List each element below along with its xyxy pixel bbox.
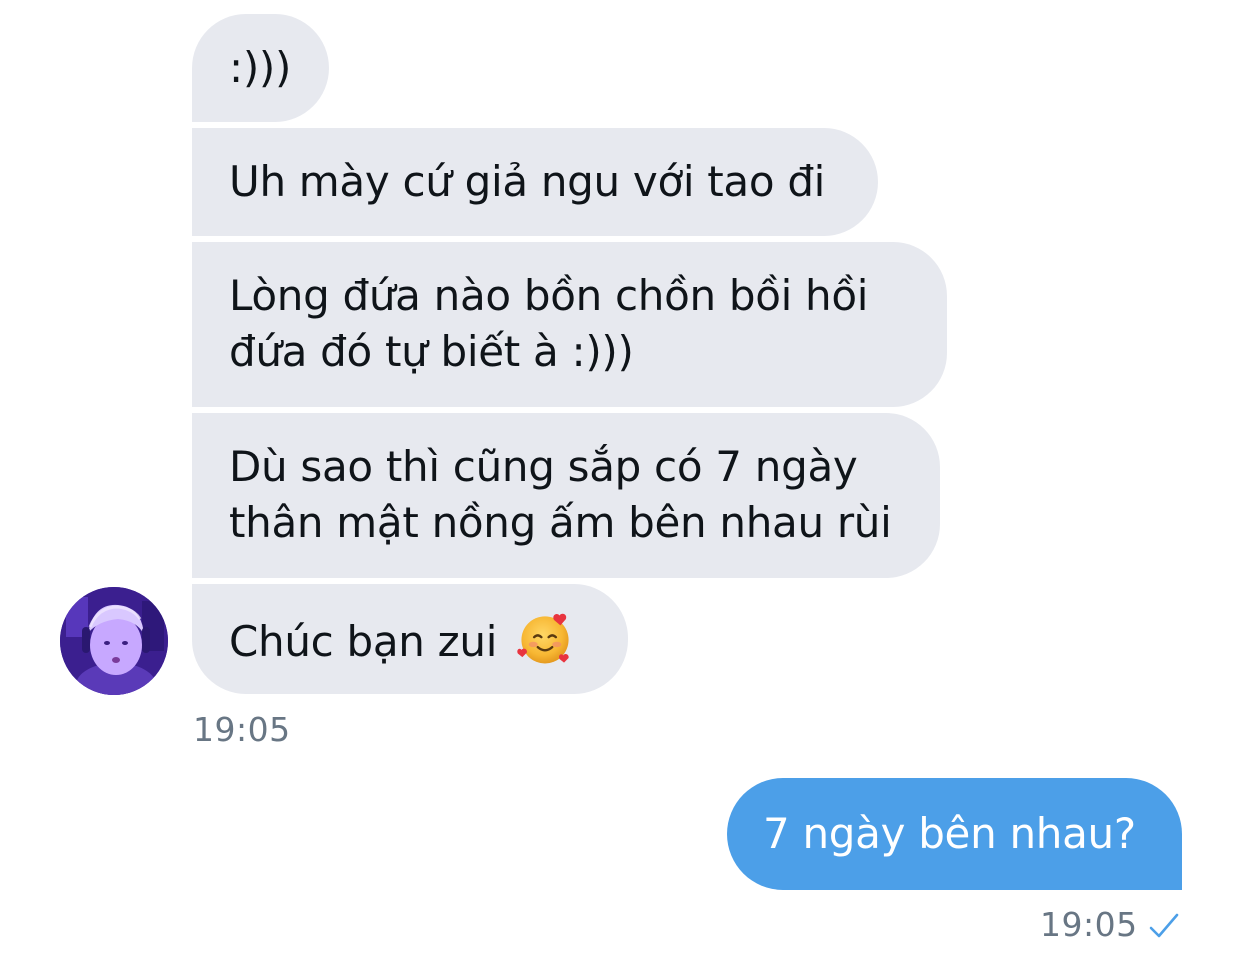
sent-message[interactable]: 7 ngày bên nhau? — [727, 778, 1182, 890]
message-text: :))) — [229, 43, 292, 92]
message-text-line: thân mật nồng ấm bên nhau rùi — [229, 498, 892, 547]
avatar[interactable] — [60, 587, 168, 695]
received-message[interactable]: Chúc bạn zui — [192, 584, 628, 694]
received-message[interactable]: :))) — [192, 14, 329, 122]
smiling-face-with-hearts-icon — [517, 613, 569, 664]
message-text-line: Dù sao thì cũng sắp có 7 ngày — [229, 442, 858, 491]
check-icon — [1149, 913, 1179, 938]
message-text: 7 ngày bên nhau? — [763, 809, 1136, 858]
sent-timestamp: 19:05 — [1040, 905, 1138, 944]
received-message[interactable]: Uh mày cứ giả ngu với tao đi — [192, 128, 878, 236]
message-text-line: Lòng đứa nào bồn chồn bồi hồi — [229, 271, 869, 320]
message-text: Uh mày cứ giả ngu với tao đi — [229, 157, 826, 206]
message-timestamp: 19:05 — [193, 710, 291, 749]
message-text: Chúc bạn zui — [229, 617, 498, 666]
message-text-line: đứa đó tự biết à :))) — [229, 327, 634, 376]
avatar-photo — [60, 587, 168, 695]
received-message[interactable]: Lòng đứa nào bồn chồn bồi hồi đứa đó tự … — [192, 242, 947, 407]
received-message[interactable]: Dù sao thì cũng sắp có 7 ngày thân mật n… — [192, 413, 940, 578]
